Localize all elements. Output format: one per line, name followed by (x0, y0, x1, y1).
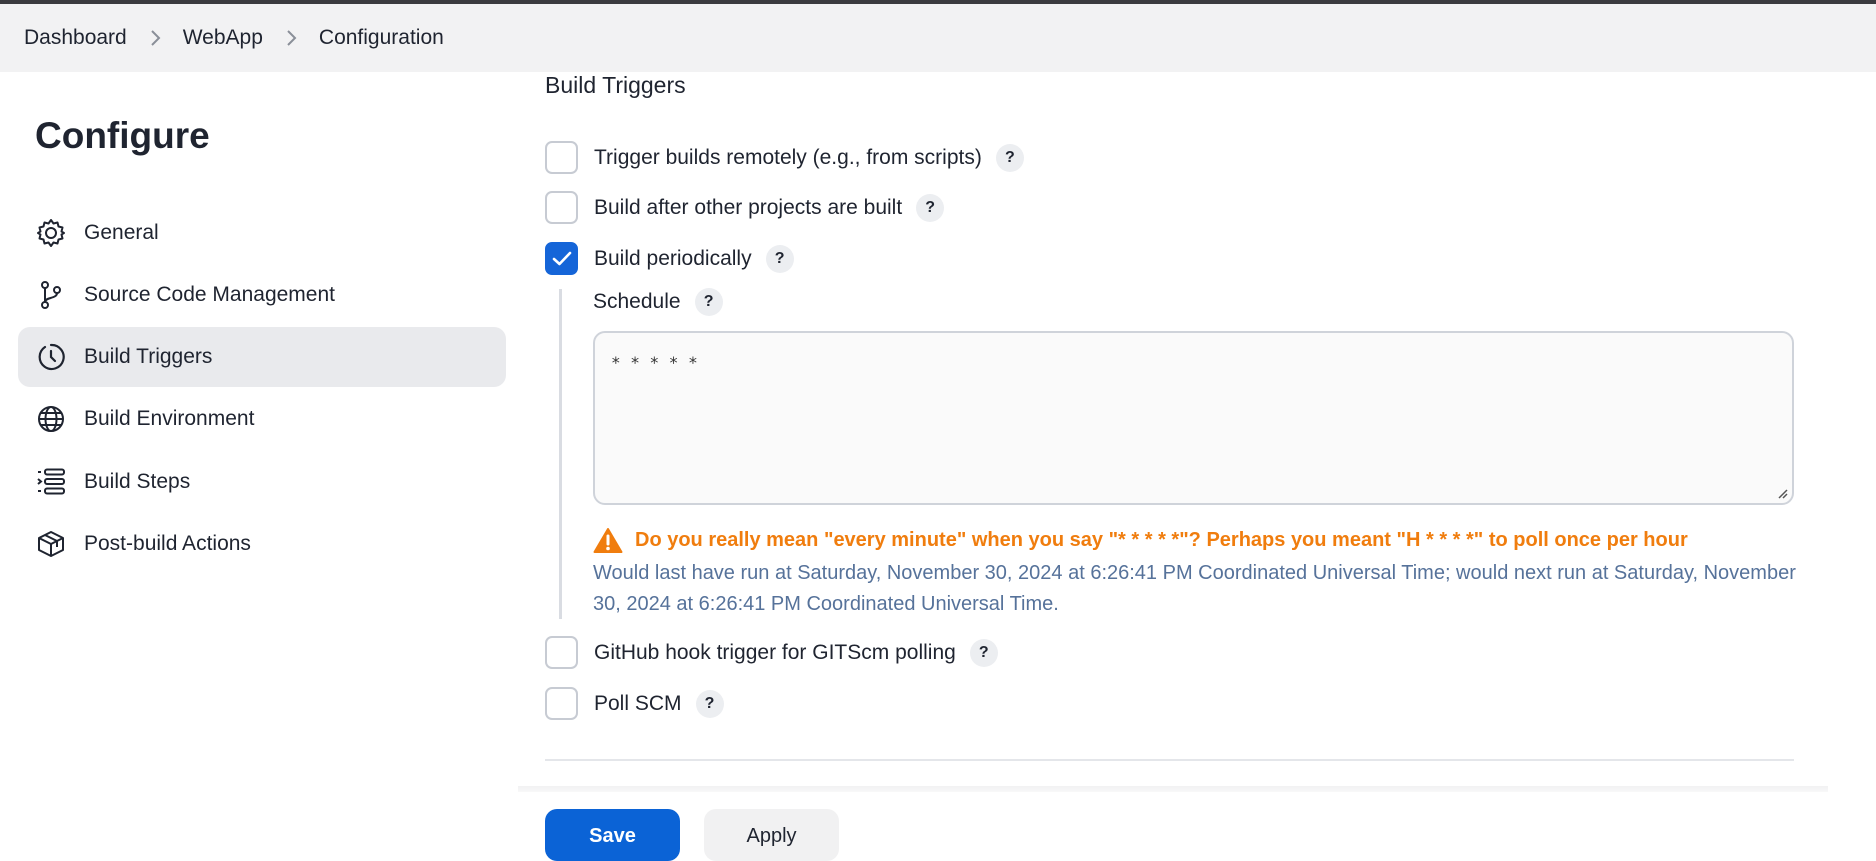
sidebar-item-source-code-management[interactable]: Source Code Management (18, 265, 506, 325)
sidebar-item-label: Source Code Management (84, 283, 335, 306)
section-divider (545, 759, 1794, 761)
help-icon[interactable]: ? (969, 638, 998, 667)
breadcrumb: Dashboard WebApp Configuration (0, 4, 1876, 72)
schedule-info: Would last have run at Saturday, Novembe… (593, 562, 1796, 615)
help-icon[interactable]: ? (916, 193, 945, 222)
footer-bar (518, 786, 1828, 792)
build-periodically-checkbox[interactable] (545, 242, 578, 275)
resize-grip-icon[interactable] (1776, 487, 1788, 499)
trigger-remote-checkbox[interactable] (545, 141, 578, 174)
trigger-remote-row: Trigger builds remotely (e.g., from scri… (545, 141, 1024, 174)
sidebar-item-label: Build Triggers (84, 345, 213, 368)
save-button[interactable]: Save (545, 809, 680, 861)
warning-text: Do you really mean "every minute" when y… (635, 529, 1688, 551)
page-title: Configure (35, 115, 210, 156)
clock-icon (36, 342, 66, 372)
breadcrumb-dashboard[interactable]: Dashboard (24, 26, 127, 50)
sidebar-item-label: Build Environment (84, 407, 255, 430)
apply-button[interactable]: Apply (704, 809, 839, 861)
schedule-value: * * * * * (611, 353, 698, 372)
sidebar-item-build-steps[interactable]: Build Steps (18, 452, 506, 512)
schedule-textarea[interactable]: * * * * * (593, 331, 1794, 505)
checkmark-icon (552, 251, 571, 265)
build-after-other-checkbox[interactable] (545, 191, 578, 224)
trigger-after-other-row: Build after other projects are built ? (545, 191, 945, 224)
sidebar-item-label: General (84, 221, 159, 244)
list-icon (36, 467, 66, 497)
package-icon (36, 529, 66, 559)
sidebar-item-label: Build Steps (84, 470, 191, 493)
trigger-poll-scm-row: Poll SCM ? (545, 687, 724, 720)
trigger-label[interactable]: GitHub hook trigger for GITScm polling (594, 641, 956, 665)
sidebar-item-general[interactable]: General (18, 203, 506, 263)
trigger-label[interactable]: Poll SCM (594, 692, 682, 716)
gear-icon (36, 218, 66, 248)
nested-section-line (559, 289, 562, 619)
schedule-label: Schedule (593, 290, 681, 313)
warning-icon (593, 528, 623, 553)
chevron-right-icon (149, 29, 161, 47)
trigger-periodically-row: Build periodically ? (545, 242, 794, 275)
github-hook-checkbox[interactable] (545, 636, 578, 669)
schedule-label-row: Schedule ? (593, 288, 723, 316)
poll-scm-checkbox[interactable] (545, 687, 578, 720)
globe-icon (36, 404, 66, 434)
branch-icon (36, 280, 66, 310)
sidebar-item-build-triggers[interactable]: Build Triggers (18, 327, 506, 387)
sidebar-item-build-environment[interactable]: Build Environment (18, 389, 506, 449)
breadcrumb-configuration[interactable]: Configuration (319, 26, 444, 50)
sidebar-item-post-build-actions[interactable]: Post-build Actions (18, 514, 506, 574)
help-icon[interactable]: ? (694, 288, 723, 316)
section-title: Build Triggers (545, 72, 686, 98)
help-icon[interactable]: ? (695, 689, 724, 718)
trigger-github-row: GitHub hook trigger for GITScm polling ? (545, 636, 998, 669)
trigger-label[interactable]: Build after other projects are built (594, 196, 902, 220)
chevron-right-icon (285, 29, 297, 47)
help-icon[interactable]: ? (995, 143, 1024, 172)
trigger-label[interactable]: Build periodically (594, 247, 752, 271)
schedule-warning: Do you really mean "every minute" when y… (593, 527, 1688, 554)
help-icon[interactable]: ? (765, 244, 794, 273)
breadcrumb-webapp[interactable]: WebApp (183, 26, 263, 50)
trigger-label[interactable]: Trigger builds remotely (e.g., from scri… (594, 146, 982, 170)
sidebar-item-label: Post-build Actions (84, 532, 251, 555)
